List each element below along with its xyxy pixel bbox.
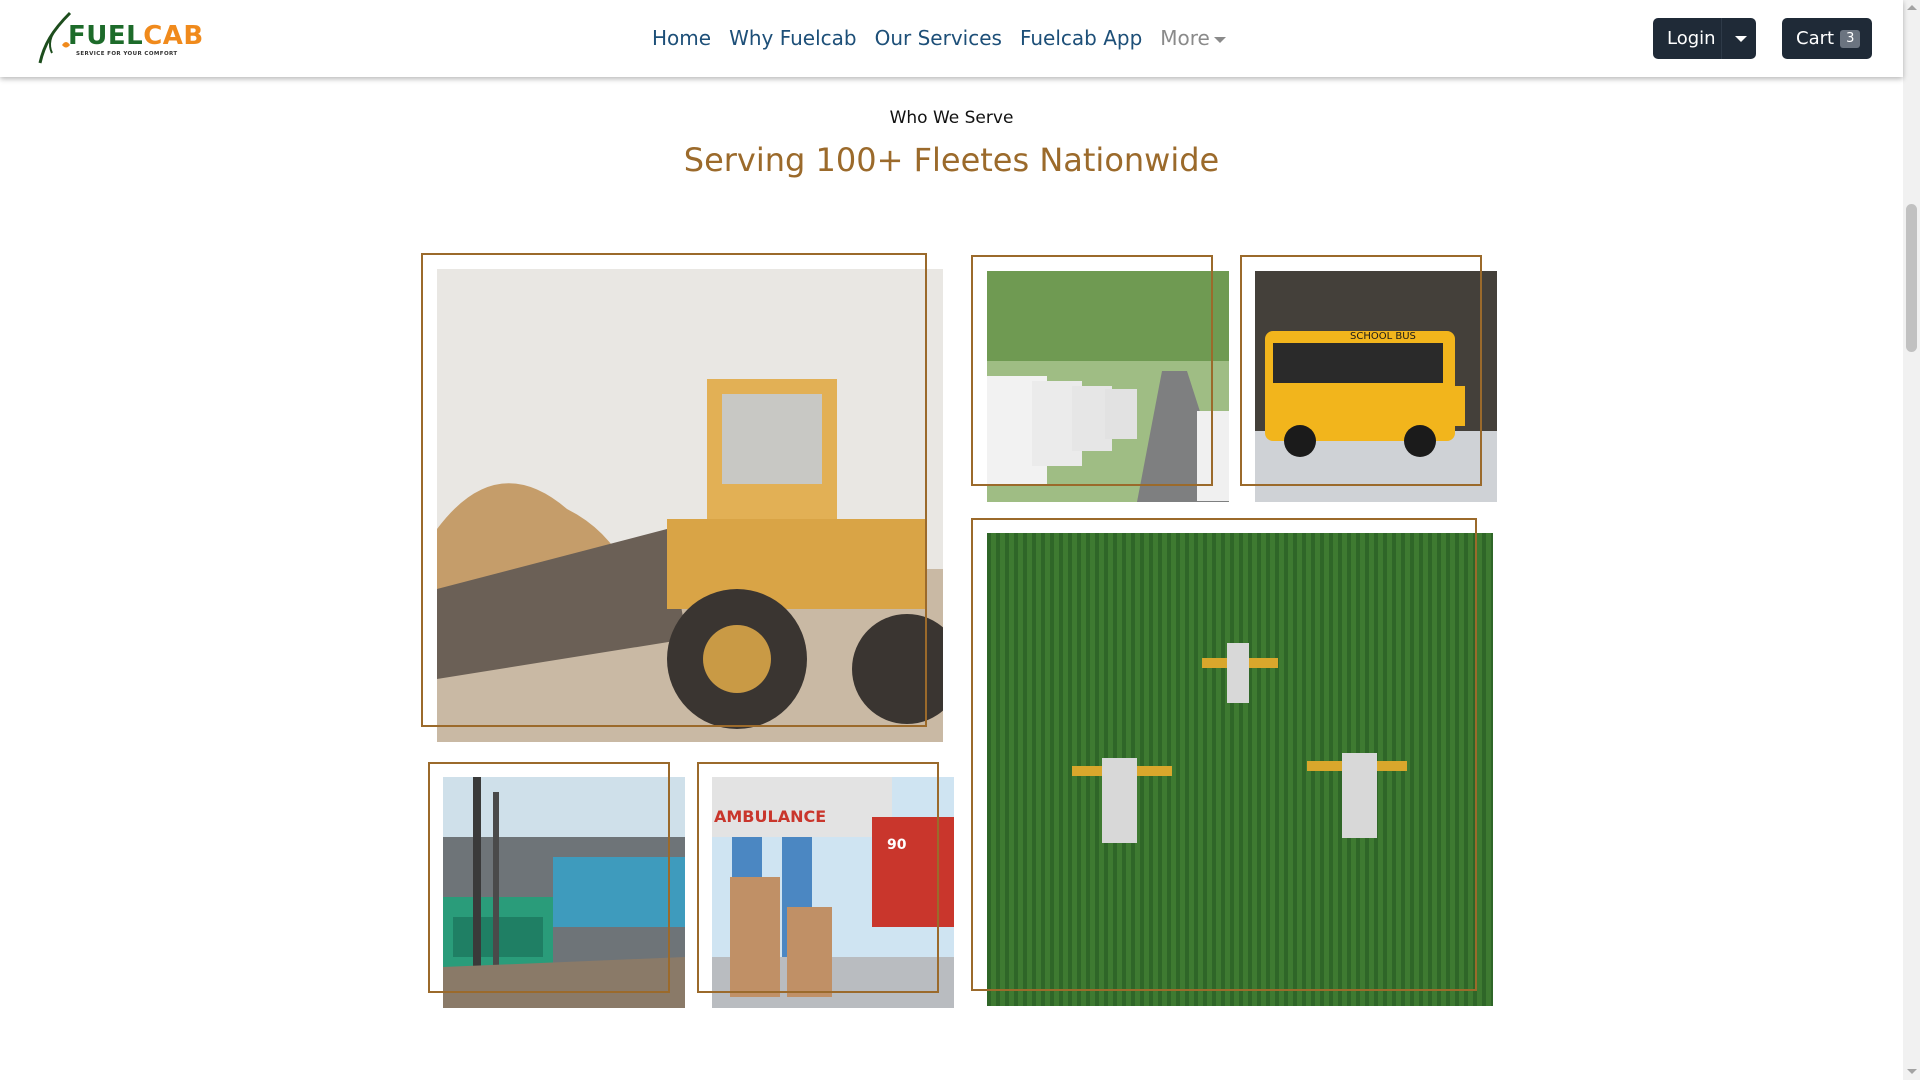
photo-frame-border xyxy=(971,255,1213,486)
nav-fuelcab-app[interactable]: Fuelcab App xyxy=(1020,24,1142,52)
main-nav: Home Why Fuelcab Our Services Fuelcab Ap… xyxy=(652,24,1244,52)
nav-home[interactable]: Home xyxy=(652,24,711,52)
chevron-down-icon xyxy=(1213,36,1226,43)
nav-more-dropdown[interactable]: More xyxy=(1160,24,1226,52)
section-headline: Serving 100+ Fleetes Nationwide xyxy=(683,141,1220,179)
fuelcab-logo[interactable]: FUELCAB SERVICE FOR YOUR COMFORT xyxy=(36,9,203,65)
nav-more-label: More xyxy=(1160,26,1210,50)
cart-label: Cart xyxy=(1796,28,1835,49)
cart-count-badge: 3 xyxy=(1840,29,1861,48)
photo-frame-border xyxy=(428,762,670,993)
photo-frame-border xyxy=(697,762,939,993)
logo-text-cab: CAB xyxy=(143,21,204,51)
scrollbar-thumb[interactable] xyxy=(1906,204,1917,352)
section-eyebrow: Who We Serve xyxy=(889,108,1014,128)
logo-text-fuel: FUEL xyxy=(68,21,144,51)
login-dropdown-toggle[interactable] xyxy=(1720,18,1756,59)
nav-why-fuelcab[interactable]: Why Fuelcab xyxy=(729,24,857,52)
logo-tagline: SERVICE FOR YOUR COMFORT xyxy=(76,51,178,57)
login-button[interactable]: Login xyxy=(1653,18,1756,59)
chevron-down-icon xyxy=(1734,35,1747,42)
photo-frame-border xyxy=(971,518,1477,991)
login-label: Login xyxy=(1667,28,1716,49)
cart-button[interactable]: Cart 3 xyxy=(1782,18,1872,59)
scroll-up-arrow-icon[interactable] xyxy=(1907,5,1917,10)
photo-frame-border xyxy=(421,253,927,727)
top-navbar: FUELCAB SERVICE FOR YOUR COMFORT Home Wh… xyxy=(0,0,1903,77)
photo-frame-border xyxy=(1240,255,1482,486)
scroll-down-arrow-icon[interactable] xyxy=(1907,1069,1917,1074)
scrollbar-track[interactable] xyxy=(1903,0,1920,1080)
nav-our-services[interactable]: Our Services xyxy=(875,24,1002,52)
